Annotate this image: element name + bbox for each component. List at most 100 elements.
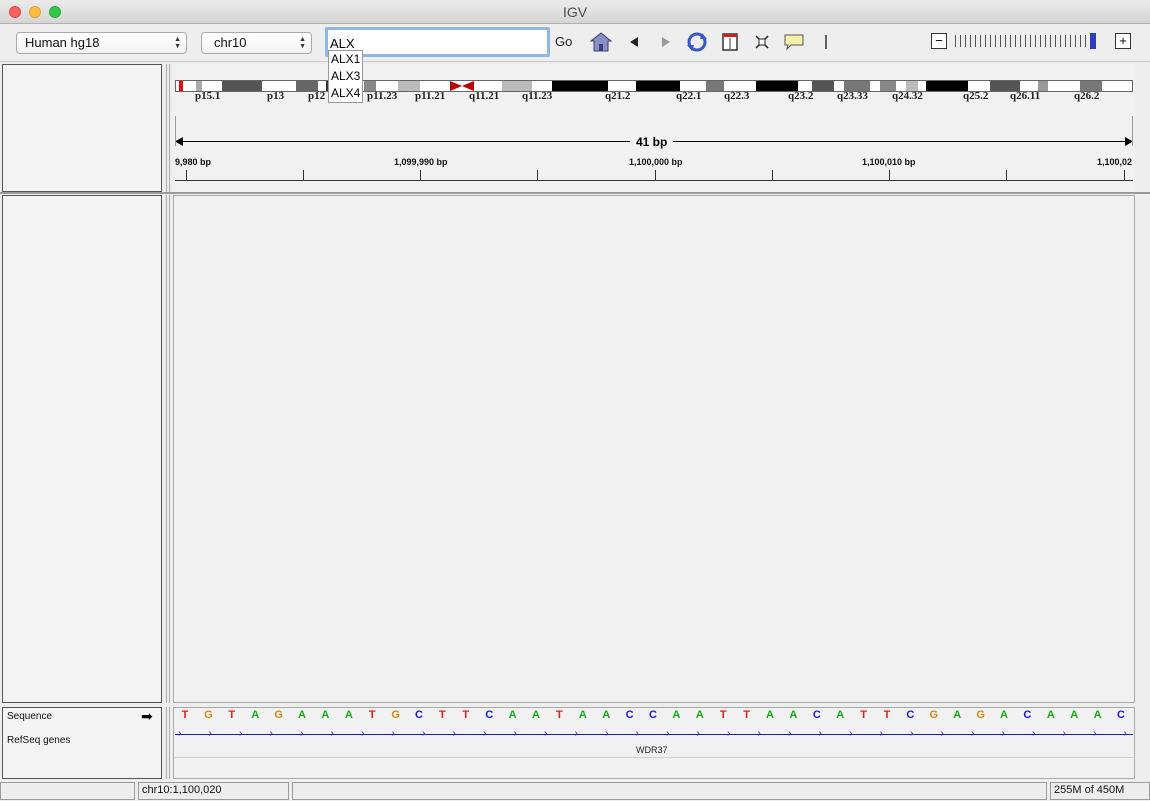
gene-strand-arrow: › — [1093, 728, 1097, 739]
band-label: q24.32 — [892, 90, 923, 102]
sequence-base: G — [274, 709, 283, 721]
band-label: p11.23 — [367, 90, 398, 102]
sequence-base: A — [953, 709, 962, 721]
gene-strand-arrow: › — [269, 728, 273, 739]
ruler-left-arrow-icon — [175, 137, 183, 146]
gene-strand-arrow: › — [208, 728, 212, 739]
gene-strand-arrow: › — [605, 728, 609, 739]
band-label: p11.21 — [415, 90, 446, 102]
home-icon[interactable] — [590, 31, 612, 53]
sequence-base: C — [415, 709, 423, 721]
sequence-base: T — [462, 709, 470, 721]
splitter[interactable] — [166, 64, 170, 192]
ruler-baseline — [175, 180, 1133, 181]
gene-strand-arrow: › — [910, 728, 914, 739]
autocomplete-item[interactable]: ALX3 — [329, 68, 362, 85]
band-label: q25.2 — [963, 90, 989, 102]
updown-arrows-icon: ▲ ▼ — [299, 36, 306, 50]
splitter[interactable] — [166, 707, 170, 779]
splitter[interactable] — [166, 195, 170, 703]
zoom-in-button[interactable]: + — [1115, 33, 1131, 49]
sequence-base: T — [368, 709, 376, 721]
header-name-panel — [2, 64, 162, 192]
ruler-toggle-icon[interactable] — [815, 31, 837, 53]
igv-window: IGV Human hg18 ▲▼ chr10 ▲▼ Go − — [0, 0, 1150, 801]
sequence-base: T — [181, 709, 189, 721]
gene-strand-arrow: › — [330, 728, 334, 739]
sequence-base: A — [695, 709, 704, 721]
chromosome-select[interactable]: chr10 ▲ ▼ — [201, 32, 312, 54]
sequence-base: C — [649, 709, 657, 721]
band-label: q23.33 — [837, 90, 868, 102]
gene-strand-arrow: › — [727, 728, 731, 739]
sequence-base: A — [532, 709, 540, 721]
autocomplete-dropdown: ALX1 ALX3 ALX4 — [328, 50, 363, 103]
gene-strand-arrow: › — [574, 728, 578, 739]
window-title: IGV — [562, 4, 588, 20]
chromosome-select-value: chr10 — [214, 35, 247, 50]
sequence-base: A — [298, 709, 306, 721]
sequence-base: T — [860, 709, 867, 721]
sequence-base: A — [1070, 709, 1079, 721]
tick-label: 1,100,010 bp — [862, 157, 916, 167]
ruler-tick-labels: 9,980 bp 1,099,990 bp 1,100,000 bp 1,100… — [175, 157, 1135, 169]
sequence-base: A — [344, 709, 353, 721]
status-message — [0, 782, 135, 800]
strand-arrow-icon[interactable]: ➡ — [141, 708, 153, 725]
popup-info-icon[interactable] — [783, 31, 805, 53]
gene-label: WDR37 — [636, 745, 668, 755]
gene-strand-arrow: › — [940, 728, 944, 739]
go-button[interactable]: Go — [555, 34, 572, 49]
updown-arrows-icon: ▲ ▼ — [174, 36, 181, 50]
gene-strand-arrow: › — [1001, 728, 1005, 739]
gene-strand-arrow: › — [849, 728, 853, 739]
autocomplete-item[interactable]: ALX1 — [329, 51, 362, 68]
band-label: q21.2 — [605, 90, 631, 102]
gene-strand-arrow: › — [361, 728, 365, 739]
sequence-base: T — [556, 709, 563, 721]
band-label: p13 — [267, 90, 285, 102]
genome-select[interactable]: Human hg18 ▲ ▼ — [16, 32, 187, 54]
autocomplete-item[interactable]: ALX4 — [329, 85, 362, 102]
sequence-base: A — [1093, 709, 1102, 721]
sequence-base: A — [1046, 709, 1055, 721]
band-label: q11.23 — [522, 90, 553, 102]
sequence-base: A — [672, 709, 681, 721]
sequence-base: T — [743, 709, 750, 721]
sequence-track-name[interactable]: Sequence — [7, 711, 52, 722]
zoom-slider[interactable] — [955, 33, 1105, 49]
gene-strand-arrow: › — [544, 728, 548, 739]
sequence-base: T — [883, 709, 891, 721]
tick-label: 1,100,000 bp — [629, 157, 683, 167]
status-info — [292, 782, 1047, 800]
gene-strand-arrow: › — [879, 728, 883, 739]
gene-strand-arrow: › — [513, 728, 517, 739]
zoom-out-button[interactable]: − — [931, 33, 947, 49]
gene-strand-arrow: › — [757, 728, 761, 739]
resize-panel-icon[interactable] — [719, 31, 741, 53]
sequence-base: T — [719, 709, 727, 721]
gene-strand-arrow: › — [422, 728, 426, 739]
gene-strand-arrow: › — [818, 728, 822, 739]
gene-strand-arrow: › — [178, 728, 182, 739]
sequence-base: A — [766, 709, 774, 721]
locus-search-input[interactable] — [330, 36, 545, 51]
forward-arrow-icon[interactable] — [655, 31, 677, 53]
gene-strand-arrow: › — [666, 728, 670, 739]
fit-to-window-icon[interactable] — [751, 31, 773, 53]
zoom-slider-knob[interactable] — [1090, 33, 1096, 49]
gene-strand-arrow: › — [391, 728, 395, 739]
sequence-base: A — [1000, 709, 1008, 721]
data-track-panel[interactable] — [173, 195, 1135, 703]
back-arrow-icon[interactable] — [623, 31, 645, 53]
sequence-base: C — [906, 709, 915, 721]
refseq-track-name[interactable]: RefSeq genes — [7, 735, 70, 746]
gene-feature-line[interactable] — [175, 734, 1133, 735]
band-label: q22.3 — [724, 90, 750, 102]
sequence-track: TGTAGAAATGCTTCAATAACCAATTAACATTCGAGACAAA… — [175, 709, 1135, 723]
sequence-base: T — [439, 709, 446, 721]
sequence-base: G — [929, 709, 939, 721]
genome-select-value: Human hg18 — [25, 35, 100, 50]
refresh-icon[interactable] — [686, 31, 708, 53]
sequence-base: A — [789, 709, 798, 721]
